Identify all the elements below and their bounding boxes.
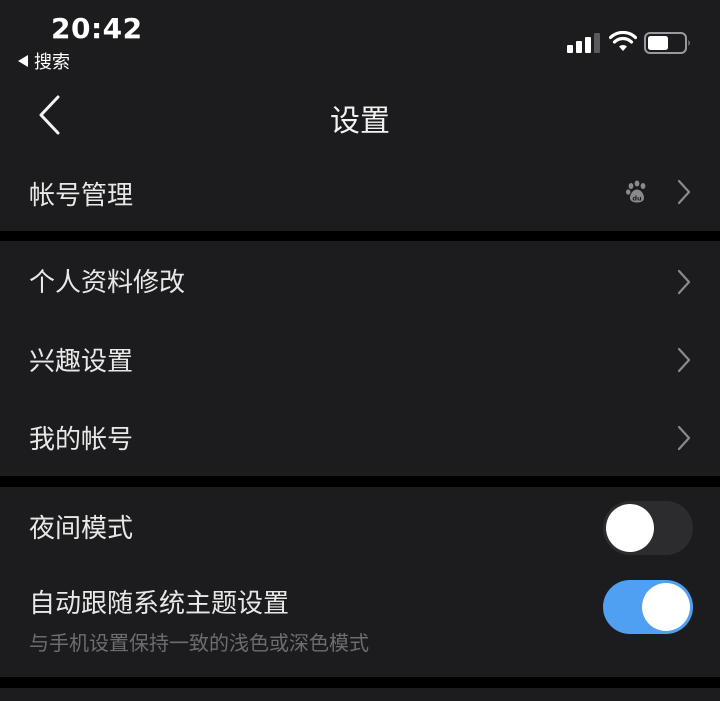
baidu-paw-icon: du xyxy=(626,180,646,203)
interest-settings-label: 兴趣设置 xyxy=(29,347,134,377)
night-mode-toggle[interactable] xyxy=(603,501,693,555)
night-mode-row: 夜间模式 xyxy=(0,487,720,565)
account-management-row[interactable]: 帐号管理 du xyxy=(0,153,720,231)
back-triangle-icon xyxy=(18,55,28,67)
night-mode-label: 夜间模式 xyxy=(29,514,134,544)
toggle-knob xyxy=(606,504,654,552)
follow-system-theme-row: 自动跟随系统主题设置 与手机设置保持一致的浅色或深色模式 xyxy=(0,565,720,677)
follow-system-theme-label: 自动跟随系统主题设置 xyxy=(29,589,290,619)
status-time: 20:42 xyxy=(51,12,143,45)
next-group-edge xyxy=(0,688,720,701)
edit-profile-row[interactable]: 个人资料修改 xyxy=(0,241,720,321)
edit-profile-label: 个人资料修改 xyxy=(29,268,186,298)
cellular-signal-icon xyxy=(567,33,600,53)
return-app-label: 搜索 xyxy=(34,52,70,73)
my-account-row[interactable]: 我的帐号 xyxy=(0,399,720,476)
follow-system-theme-description: 与手机设置保持一致的浅色或深色模式 xyxy=(29,631,369,655)
svg-text:du: du xyxy=(632,195,642,203)
return-to-app-link[interactable]: 搜索 xyxy=(18,48,70,74)
chevron-right-icon xyxy=(677,179,691,205)
toggle-knob xyxy=(642,583,690,631)
wifi-icon xyxy=(609,31,637,51)
account-group: 帐号管理 du xyxy=(0,153,720,231)
follow-system-theme-toggle[interactable] xyxy=(603,580,693,634)
display-group: 夜间模式 自动跟随系统主题设置 与手机设置保持一致的浅色或深色模式 xyxy=(0,487,720,677)
chevron-right-icon xyxy=(677,269,691,295)
chevron-right-icon xyxy=(677,347,691,373)
settings-screen: 20:42 搜索 设置 帐号管理 du 个人资料修改 兴趣设置 我的帐号 夜间模… xyxy=(0,0,720,701)
my-account-label: 我的帐号 xyxy=(29,425,134,455)
top-bar: 20:42 搜索 设置 xyxy=(0,0,720,153)
page-title: 设置 xyxy=(330,104,390,139)
account-management-label: 帐号管理 xyxy=(29,181,134,211)
profile-group: 个人资料修改 兴趣设置 我的帐号 xyxy=(0,241,720,476)
chevron-right-icon xyxy=(677,425,691,451)
interest-settings-row[interactable]: 兴趣设置 xyxy=(0,321,720,399)
battery-icon xyxy=(644,32,690,54)
